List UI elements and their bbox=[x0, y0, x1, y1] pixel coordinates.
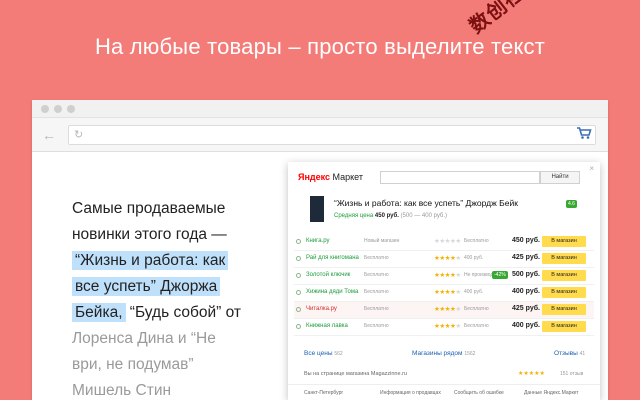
shop-rating-stars: ★★★★★ bbox=[434, 323, 461, 330]
average-price: Средняя цена 450 руб. (500 — 400 руб.) bbox=[334, 213, 447, 219]
shop-row[interactable]: Читалка.ру Бесплатно ★★★★★ Бесплатно 425 руб… bbox=[294, 302, 594, 319]
reload-icon[interactable]: ↻ bbox=[74, 128, 83, 141]
shop-checkmark-icon bbox=[296, 256, 301, 261]
book-cover-image[interactable] bbox=[310, 196, 324, 222]
selected-text[interactable]: все успеть” Джоржа bbox=[72, 277, 221, 296]
yandex-market-logo[interactable]: Яндекс Маркет bbox=[298, 172, 363, 182]
window-dot-icon[interactable] bbox=[54, 105, 62, 113]
shop-delivery: Бесплатно bbox=[364, 272, 389, 278]
shop-checkmark-icon bbox=[296, 239, 301, 244]
selected-text[interactable]: Бейка, bbox=[72, 303, 126, 322]
back-arrow-icon[interactable]: ← bbox=[42, 127, 56, 143]
shop-name[interactable]: Золотой ключик bbox=[306, 272, 350, 278]
nearby-shops-link[interactable]: Магазины рядом 1562 bbox=[412, 350, 475, 357]
article-line: новинки этого года — bbox=[72, 226, 227, 243]
shop-price: 425 руб. bbox=[512, 305, 540, 312]
headline: На любые товары – просто выделите текст bbox=[94, 34, 546, 59]
shop-checkmark-icon bbox=[296, 290, 301, 295]
shop-checkmark-icon bbox=[296, 307, 301, 312]
article-line: Лоренса Дина и “Не bbox=[72, 330, 216, 347]
shop-delivery: Бесплатно bbox=[364, 289, 389, 295]
shop-row[interactable]: Рай для книгомана Бесплатно ★★★★★ 400 руб. 4… bbox=[294, 251, 594, 268]
reviews-link[interactable]: Отзывы 41 bbox=[554, 350, 585, 357]
shop-name[interactable]: Книжная лавка bbox=[306, 323, 348, 329]
city-link[interactable]: Санкт-Петербург bbox=[304, 390, 343, 396]
shop-rating-stars: ★★★★★ bbox=[434, 238, 461, 245]
shop-price: 425 руб. bbox=[512, 254, 540, 261]
address-bar[interactable]: ↻ bbox=[68, 125, 596, 145]
article-text: Самые продаваемые новинки этого года — “… bbox=[72, 196, 262, 400]
close-icon[interactable]: × bbox=[589, 164, 594, 173]
shop-name[interactable]: Хижина дяди Тома bbox=[306, 289, 358, 295]
shop-reviews[interactable]: 151 отзыв bbox=[560, 371, 583, 377]
selected-text[interactable]: “Жизнь и работа: как bbox=[72, 251, 229, 270]
shop-price: 400 руб. bbox=[512, 322, 540, 329]
shop-list: Книга.ру Новый магазин ★★★★★ Бесплатно 450 р… bbox=[294, 234, 594, 336]
shop-pickup: 400 руб. bbox=[464, 289, 484, 295]
article-line: Мишель Стин bbox=[72, 382, 172, 399]
shop-pickup: Бесплатно bbox=[464, 323, 489, 329]
all-prices-link[interactable]: Все цены 562 bbox=[304, 350, 343, 357]
shop-row[interactable]: Хижина дяди Тома Бесплатно ★★★★★ 400 руб. 40… bbox=[294, 285, 594, 302]
logo-service: Маркет bbox=[332, 172, 364, 182]
find-button[interactable]: Найти bbox=[540, 171, 580, 184]
popup-bottom-bar: Санкт-Петербург Информация о продавцах С… bbox=[288, 384, 600, 400]
report-error-link[interactable]: Сообщить об ошибке bbox=[454, 390, 504, 396]
discount-badge: -42% bbox=[492, 271, 508, 279]
shop-name[interactable]: Читалка.ру bbox=[306, 306, 337, 312]
product-title[interactable]: “Жизнь и работа: как все успеть” Джордж … bbox=[334, 198, 518, 208]
shop-checkmark-icon bbox=[296, 324, 301, 329]
shop-pickup: Бесплатно bbox=[464, 238, 489, 244]
window-dot-icon[interactable] bbox=[67, 105, 75, 113]
shop-price: 500 руб. bbox=[512, 271, 540, 278]
shop-delivery: Новый магазин bbox=[364, 238, 400, 244]
avg-price-range: (500 — 400 руб.) bbox=[400, 213, 448, 219]
current-shop-text: Вы на странице магазина Magazzinne.ru bbox=[304, 371, 407, 377]
shop-name[interactable]: Книга.ру bbox=[306, 238, 330, 244]
rating-badge: 4.6 bbox=[566, 200, 577, 208]
shop-delivery: Бесплатно bbox=[364, 255, 389, 261]
shop-price: 400 руб. bbox=[512, 288, 540, 295]
shop-checkmark-icon bbox=[296, 273, 301, 278]
to-shop-button[interactable]: В магазин bbox=[542, 236, 586, 247]
window-dot-icon[interactable] bbox=[41, 105, 49, 113]
seller-info-link[interactable]: Информация о продавцах bbox=[380, 390, 441, 396]
search-input[interactable] bbox=[380, 171, 540, 184]
to-shop-button[interactable]: В магазин bbox=[542, 287, 586, 298]
to-shop-button[interactable]: В магазин bbox=[542, 321, 586, 332]
to-shop-button[interactable]: В магазин bbox=[542, 270, 586, 281]
market-popup: × Яндекс Маркет Найти “Жизнь и работа: к… bbox=[288, 162, 600, 400]
shop-pickup: 400 руб. bbox=[464, 255, 484, 261]
shop-rating-stars: ★★★★★ bbox=[434, 306, 461, 313]
logo-brand: Яндекс bbox=[298, 172, 331, 182]
to-shop-button[interactable]: В магазин bbox=[542, 304, 586, 315]
avg-price-label: Средняя цена bbox=[334, 213, 374, 219]
article-line: ври, не подумав” bbox=[72, 356, 194, 373]
browser-toolbar: ← ↻ bbox=[32, 118, 608, 152]
shop-row[interactable]: Книга.ру Новый магазин ★★★★★ Бесплатно 450 р… bbox=[294, 234, 594, 251]
cart-icon[interactable] bbox=[576, 126, 592, 145]
shop-pickup: Бесплатно bbox=[464, 306, 489, 312]
shop-delivery: Бесплатно bbox=[364, 323, 389, 329]
shop-row[interactable]: Золотой ключик Бесплатно ★★★★★ Не производи… bbox=[294, 268, 594, 285]
to-shop-button[interactable]: В магазин bbox=[542, 253, 586, 264]
avg-price-value: 450 руб. bbox=[374, 213, 399, 219]
shop-rating-stars: ★★★★★ bbox=[434, 255, 461, 262]
shop-name[interactable]: Рай для книгомана bbox=[306, 255, 359, 261]
shop-price: 450 руб. bbox=[512, 237, 540, 244]
article-line: Самые продаваемые bbox=[72, 200, 226, 217]
product-card: “Жизнь и работа: как все успеть” Джордж … bbox=[310, 196, 580, 224]
browser-titlebar bbox=[32, 100, 608, 118]
market-data-link[interactable]: Данные Яндекс.Маркет bbox=[524, 390, 579, 396]
article-line: “Будь собой” от bbox=[125, 304, 242, 321]
shop-row[interactable]: Книжная лавка Бесплатно ★★★★★ Бесплатно 400 … bbox=[294, 319, 594, 336]
shop-stars: ★★★★★ bbox=[518, 371, 545, 377]
shop-rating-stars: ★★★★★ bbox=[434, 289, 461, 296]
shop-delivery: Бесплатно bbox=[364, 306, 389, 312]
shop-rating-stars: ★★★★★ bbox=[434, 272, 461, 279]
